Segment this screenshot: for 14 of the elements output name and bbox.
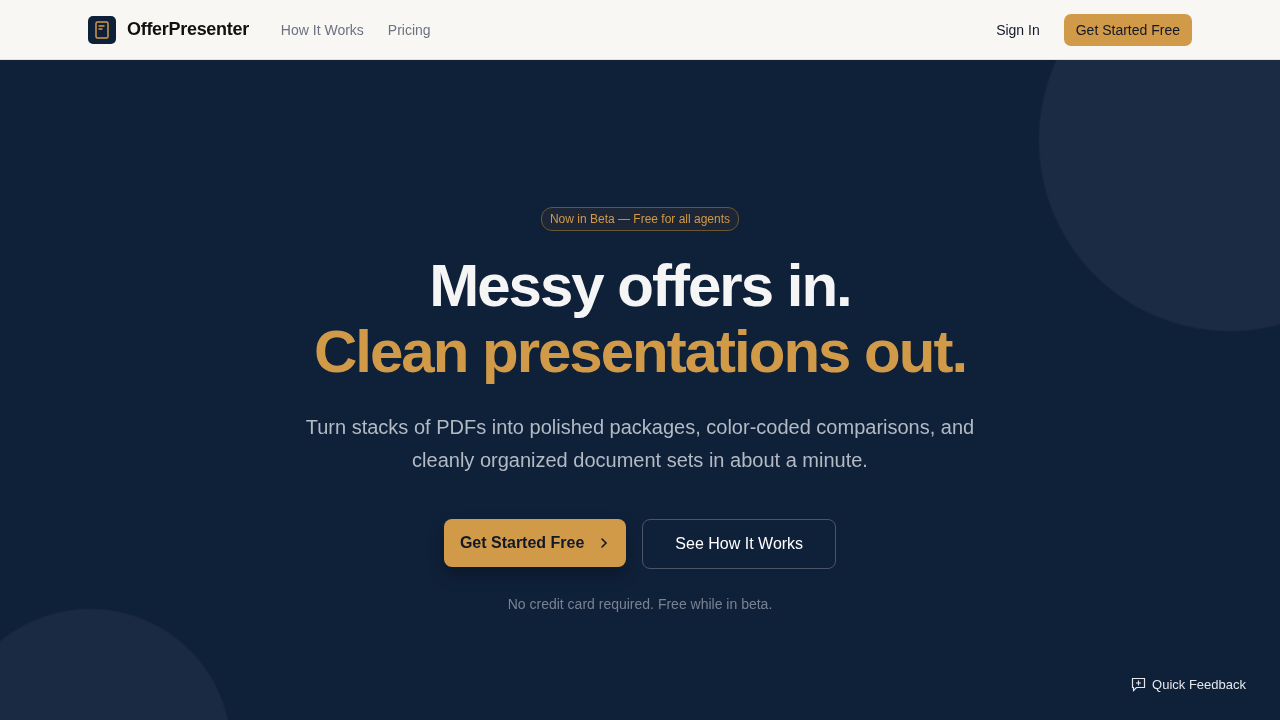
headline: Messy offers in. Clean presentations out. <box>313 253 967 385</box>
hero-subtitle: Turn stacks of PDFs into polished packages, color-coded comparisons, and cleanly organized document sets in about a minute. <box>304 415 976 473</box>
beta-badge: Now in Beta — Free for all agents <box>540 207 740 231</box>
nav-link[interactable]: Pricing <box>387 21 431 38</box>
get-started-button[interactable]: Get Started Free <box>1063 13 1192 46</box>
no-credit-card-note: No credit card required. Free while in beta. <box>507 596 773 612</box>
brand-name: OfferPresenter <box>127 19 249 40</box>
sign-in-link[interactable]: Sign In <box>996 21 1040 38</box>
get-started-button[interactable]: Get Started Free <box>443 519 627 567</box>
see-how-it-works-button[interactable]: See How It Works <box>642 519 837 569</box>
quick-feedback-button[interactable]: Quick Feedback <box>1119 671 1258 698</box>
nav-link[interactable]: How It Works <box>280 21 364 38</box>
document-logo-icon <box>88 15 116 44</box>
chat-plus-icon <box>1131 677 1147 692</box>
